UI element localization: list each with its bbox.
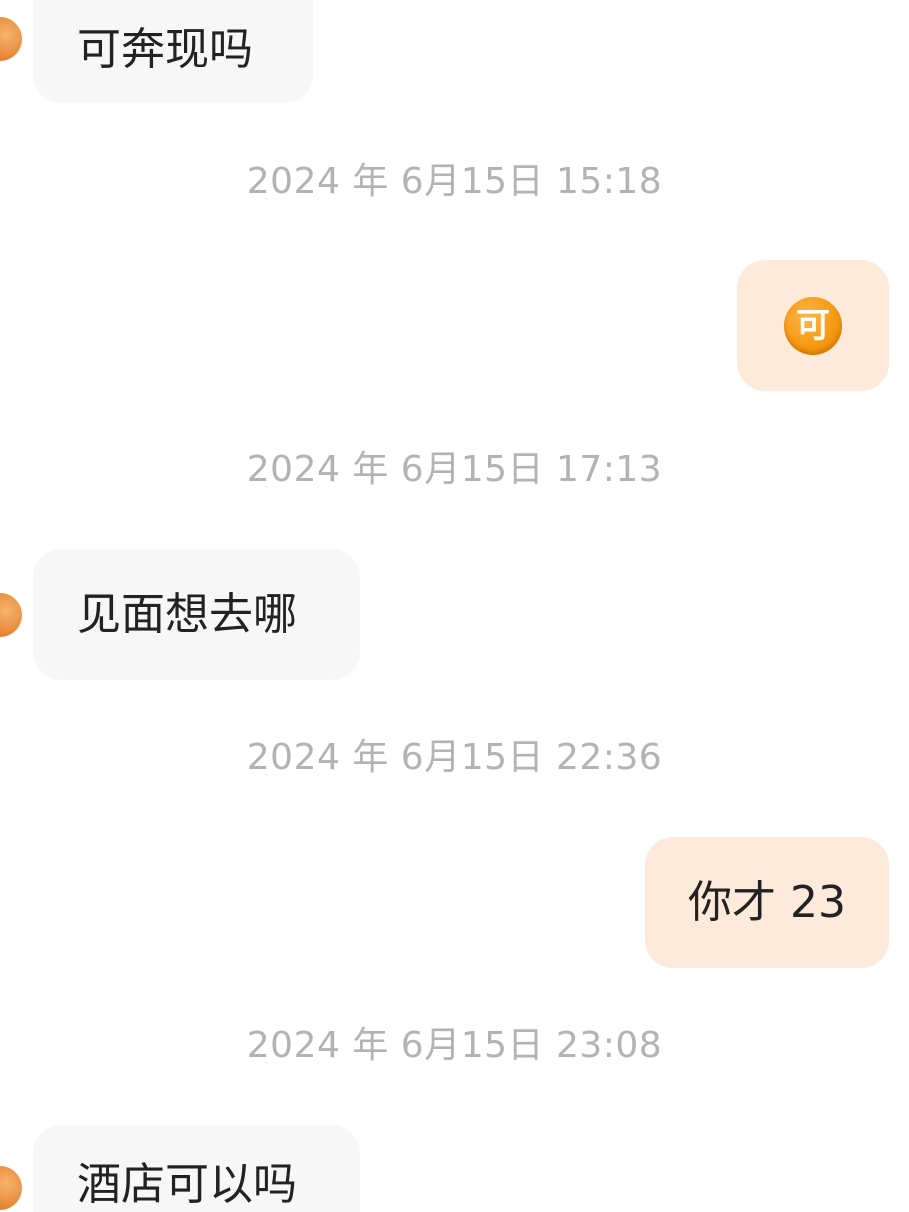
avatar[interactable] <box>0 1166 22 1210</box>
message-text: 可奔现吗 <box>77 23 253 75</box>
message-timestamp: 2024 年 6月15日 17:13 <box>246 449 663 490</box>
incoming-message-bubble[interactable]: 见面想去哪 <box>33 549 360 680</box>
message-text: 你才 23 <box>688 876 846 928</box>
avatar[interactable] <box>0 17 22 61</box>
incoming-message-bubble[interactable]: 酒店可以吗 <box>33 1125 360 1212</box>
message-timestamp: 2024 年 6月15日 22:36 <box>246 737 663 778</box>
outgoing-message-bubble[interactable]: 可 <box>737 260 889 391</box>
chat-message-list[interactable]: 可奔现吗 2024 年 6月15日 15:18 可 2024 年 6月15日 1… <box>0 0 909 1212</box>
ke-emoji-icon: 可 <box>784 296 842 355</box>
message-timestamp: 2024 年 6月15日 15:18 <box>246 161 663 202</box>
avatar[interactable] <box>0 593 22 637</box>
message-text: 酒店可以吗 <box>77 1159 297 1210</box>
incoming-message-bubble[interactable]: 可奔现吗 <box>33 0 313 103</box>
outgoing-message-bubble[interactable]: 你才 23 <box>645 837 889 968</box>
message-text: 见面想去哪 <box>77 588 297 640</box>
message-timestamp: 2024 年 6月15日 23:08 <box>246 1025 663 1066</box>
